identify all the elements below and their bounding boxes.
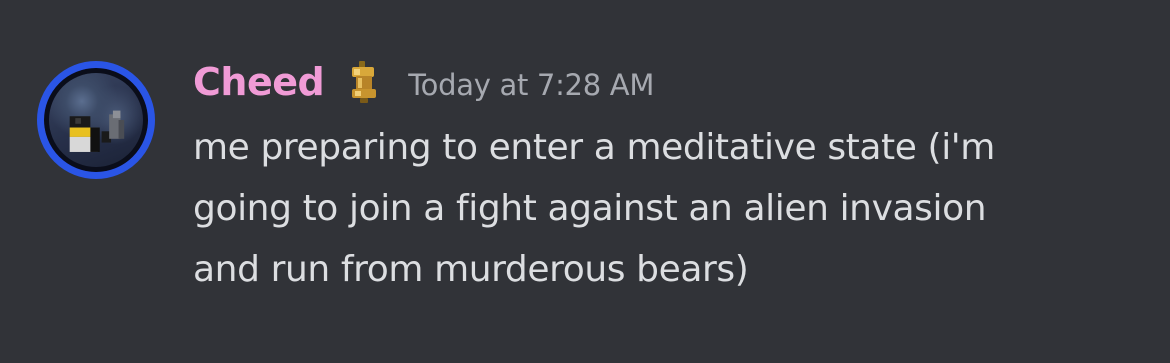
message-header: Cheed Today at 7:28 AM xyxy=(193,54,654,110)
message-line: and run from murderous bears) xyxy=(193,249,749,290)
chat-message: Cheed Today at 7:28 AM me preparing to e… xyxy=(0,0,1170,363)
avatar[interactable] xyxy=(37,61,155,179)
message-timestamp[interactable]: Today at 7:28 AM xyxy=(408,68,654,102)
avatar-image xyxy=(44,68,148,172)
author-name[interactable]: Cheed xyxy=(193,60,325,104)
avatar-character-icon xyxy=(69,110,125,152)
message-content: me preparing to enter a meditative state… xyxy=(193,117,1153,300)
message-line: going to join a fight against an alien i… xyxy=(193,188,987,229)
gold-bar-icon xyxy=(352,61,377,103)
message-line: me preparing to enter a meditative state… xyxy=(193,127,995,168)
